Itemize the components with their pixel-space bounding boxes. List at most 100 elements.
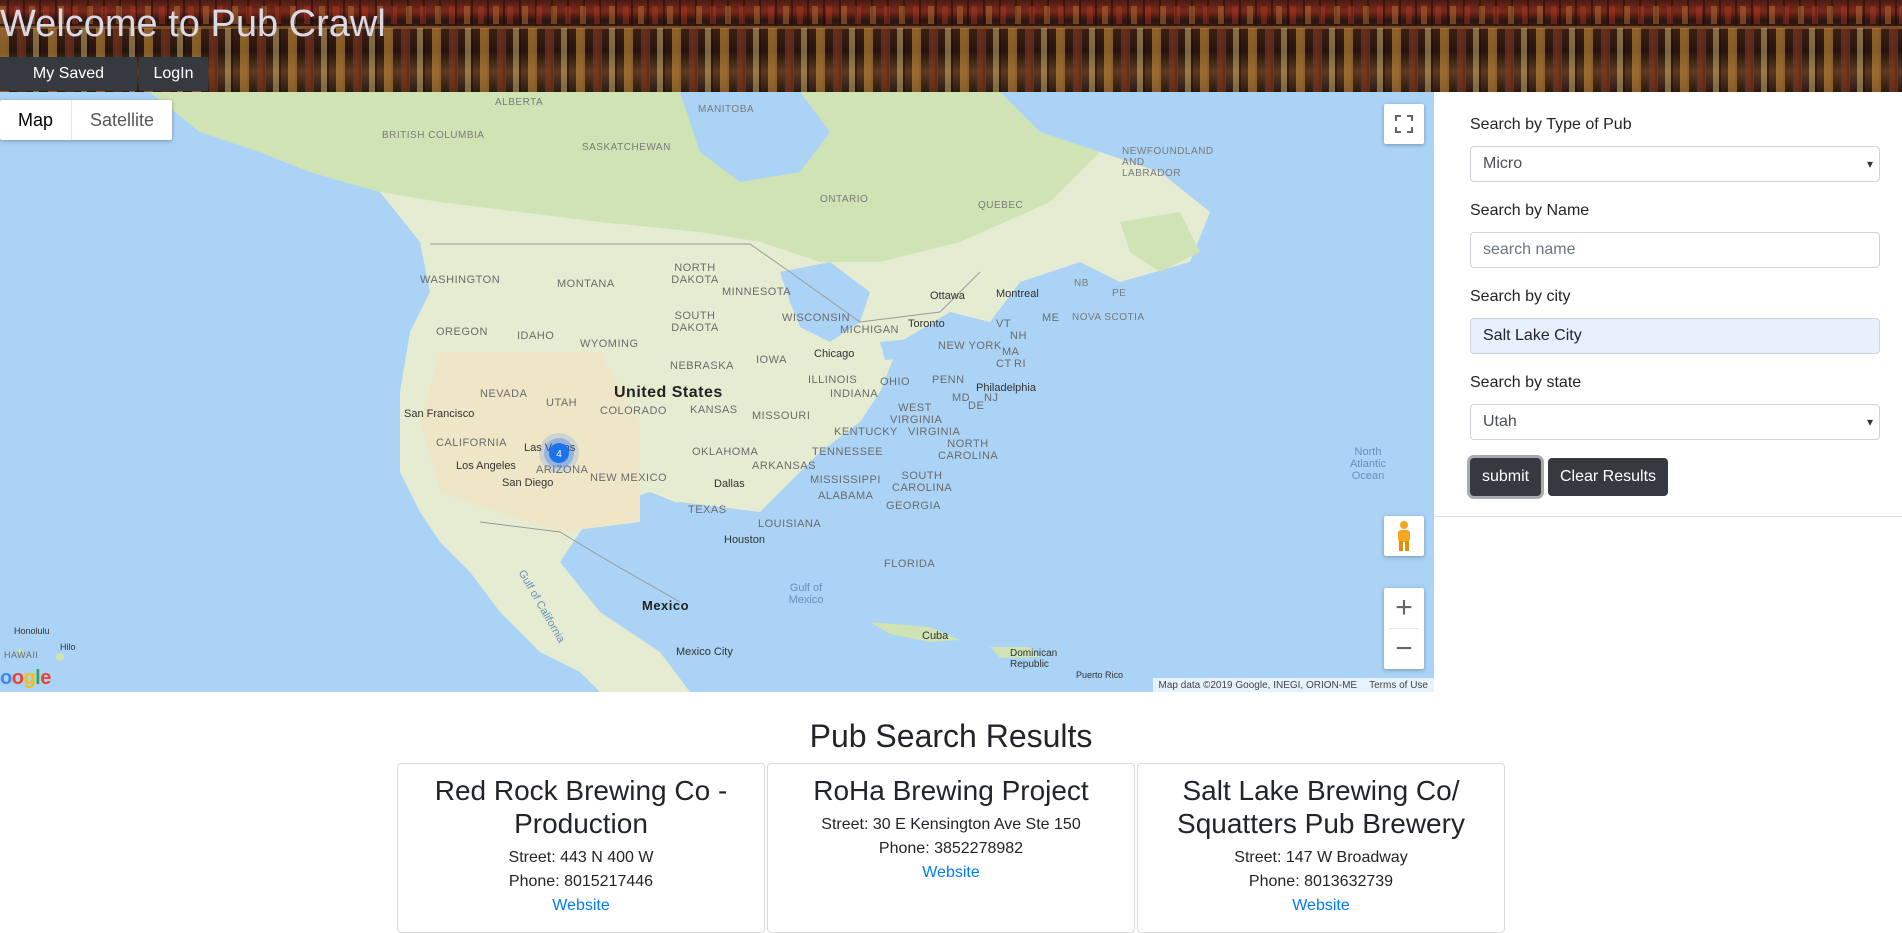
pub-card: RoHa Brewing Project Street: 30 E Kensin… [767,763,1135,933]
pub-website-link[interactable]: Website [552,897,610,914]
fullscreen-button[interactable] [1384,104,1424,144]
search-name-placeholder: search name [1483,241,1576,258]
map-type-control: Map Satellite [0,100,173,140]
state-value: Utah [1483,413,1517,430]
map-label-michigan: MICHIGAN [840,324,899,336]
map-label-ontario: ONTARIO [820,194,869,205]
map-label-ri: RI [1014,358,1026,370]
map-label-chicago: Chicago [814,348,855,360]
map-label-tennessee: TENNESSEE [812,446,884,458]
map-label-quebec: QUEBEC [978,200,1024,211]
pub-website-link[interactable]: Website [1292,897,1350,914]
map-label-kentucky: KENTUCKY [834,426,898,438]
type-of-pub-label: Search by Type of Pub [1470,116,1632,133]
map-label-ohio: OHIO [880,376,911,388]
type-of-pub-select[interactable]: Micro [1470,146,1880,182]
map-label-montreal: Montreal [996,288,1039,300]
map-label-puerto-rico: Puerto Rico [1076,670,1124,680]
map-type-map-button[interactable]: Map [0,100,73,140]
map-label-newfoundland: NEWFOUNDLAND AND LABRADOR [1122,146,1214,179]
map-label-ma: MA [1002,346,1020,358]
map-label-hawaii: HAWAII [4,650,39,660]
map-label-nb: NB [1074,278,1089,289]
map-label-manitoba: MANITOBA [698,104,755,115]
search-city-input[interactable]: Salt Lake City [1470,318,1880,354]
map-label-nevada: NEVADA [480,388,528,400]
map-label-missouri: MISSOURI [752,410,811,422]
map-label-west-virginia: WEST VIRGINIA [890,402,943,426]
map-label-san-francisco: San Francisco [404,408,475,420]
map-type-satellite-button[interactable]: Satellite [72,100,172,140]
map-view[interactable]: BRITISH COLUMBIA ALBERTA SASKATCHEWAN MA… [0,92,1434,692]
map-label-oregon: OREGON [436,326,488,338]
pub-name: RoHa Brewing Project [813,775,1089,806]
type-of-pub-value: Micro [1483,155,1523,172]
pub-website-link[interactable]: Website [922,864,980,881]
map-label-illinois: ILLINOIS [808,374,858,386]
map-label-penn: PENN [932,374,965,386]
map-label-mississippi: MISSISSIPPI [810,474,881,486]
map-label-florida: FLORIDA [884,558,936,570]
map-label-mexico-city: Mexico City [676,646,733,658]
cluster-count: 4 [556,449,562,460]
pegman-icon [1398,521,1410,551]
map-label-nebraska: NEBRASKA [670,360,734,372]
map-label-south-dakota: SOUTH DAKOTA [671,310,719,334]
map-label-oklahoma: OKLAHOMA [692,446,759,458]
map-label-houston: Houston [724,534,765,546]
map-label-new-mexico: NEW MEXICO [590,472,668,484]
site-title: Welcome to Pub Crawl [0,3,386,45]
map-label-utah: UTAH [546,397,578,409]
header-banner: Welcome to Pub Crawl My Saved Pub's LogI… [0,0,1902,92]
map-label-mexico: Mexico [642,598,690,613]
attribution-text: Map data ©2019 Google, INEGI, ORION-ME [1158,679,1358,691]
submit-button[interactable]: submit [1470,458,1542,496]
map-label-british-columbia: BRITISH COLUMBIA [382,130,485,141]
search-city-value: Salt Lake City [1483,327,1582,344]
map-label-texas: TEXAS [688,504,727,516]
fullscreen-icon [1395,115,1413,133]
login-button[interactable]: LogIn [139,57,208,91]
map-label-indiana: INDIANA [830,388,879,400]
pub-name: Red Rock Brewing Co - Production [434,775,728,839]
pub-phone: Phone: 8013632739 [1248,873,1394,890]
zoom-control: + − [1384,588,1424,669]
map-label-gulf-of-mexico: Gulf of Mexico [788,582,824,606]
pub-street: Street: 30 E Kensington Ave Ste 150 [821,816,1081,833]
map-label-ottawa: Ottawa [930,290,965,302]
map-label-california: CALIFORNIA [436,437,508,449]
results-title: Pub Search Results [809,718,1093,754]
map-label-montana: MONTANA [557,278,615,290]
map-label-toronto: Toronto [908,318,945,330]
map-label-georgia: GEORGIA [886,500,941,512]
map-label-cuba: Cuba [922,630,949,642]
map-label-kansas: KANSAS [690,404,738,416]
map-label-wisconsin: WISCONSIN [782,312,851,324]
map-label-dominican-republic: Dominican Republic [1010,648,1058,670]
map-label-colorado: COLORADO [600,405,667,417]
map-label-north-carolina: NORTH CAROLINA [938,438,999,462]
map-label-nova-scotia: NOVA SCOTIA [1072,312,1145,323]
map-label-me: ME [1042,312,1060,324]
search-name-input[interactable]: search name [1470,232,1880,268]
my-saved-pubs-button[interactable]: My Saved Pub's [0,57,137,91]
map-label-new-york: NEW YORK [938,340,1002,352]
street-view-button[interactable] [1384,516,1424,556]
map-label-nh: NH [1010,330,1027,342]
map-label-los-angeles: Los Angeles [456,460,516,472]
search-panel: Search by Type of Pub Micro Search by Na… [1434,92,1902,517]
zoom-in-icon[interactable]: + [1384,588,1424,628]
terms-of-use-link[interactable]: Terms of Use [1369,680,1428,691]
state-select[interactable]: Utah [1470,404,1880,440]
marker-cluster[interactable]: 4 [538,432,580,474]
clear-results-button[interactable]: Clear Results [1548,458,1669,496]
map-label-south-carolina: SOUTH CAROLINA [892,470,953,494]
name-label: Search by Name [1470,202,1590,219]
pub-phone: Phone: 8015217446 [508,873,654,890]
map-label-washington: WASHINGTON [420,274,501,286]
state-label: Search by state [1470,374,1582,391]
map-label-alabama: ALABAMA [818,490,874,502]
pub-street: Street: 147 W Broadway [1234,849,1408,866]
zoom-out-icon[interactable]: − [1384,629,1424,669]
map-label-minnesota: MINNESOTA [722,286,792,298]
